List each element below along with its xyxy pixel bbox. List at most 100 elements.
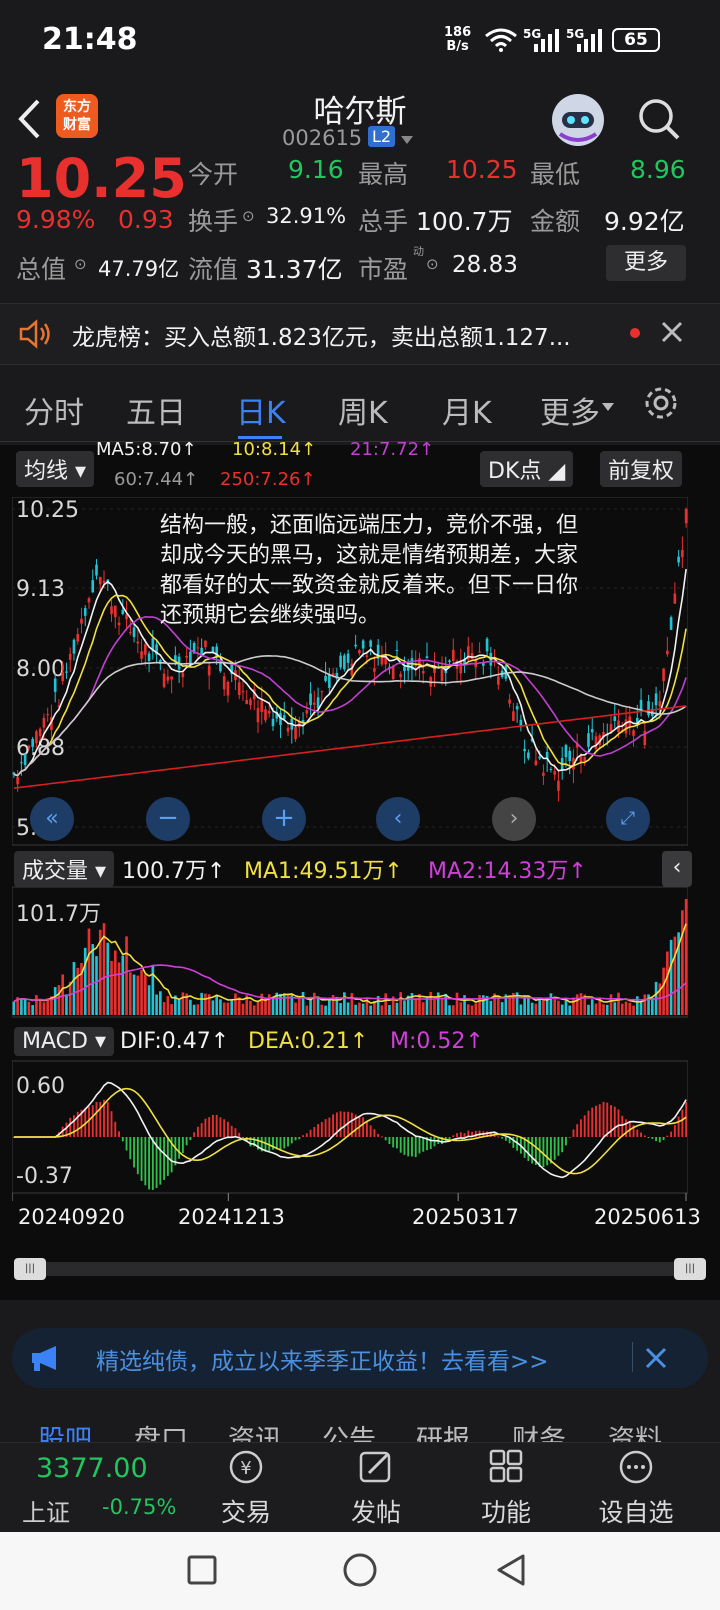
volume-bar bbox=[23, 998, 27, 1015]
macd-histogram-bar bbox=[625, 1119, 627, 1137]
notice-text: 龙虎榜：买入总额1.823亿元，卖出总额1.127... bbox=[72, 325, 571, 351]
volume-bar bbox=[117, 962, 121, 1015]
home-icon[interactable] bbox=[342, 1552, 378, 1588]
ad-banner[interactable]: 精选纯债，成立以来季季正收益！去看看>> bbox=[12, 1328, 708, 1388]
ma250-legend: 250:7.26↑ bbox=[220, 469, 316, 490]
macd-histogram-bar bbox=[227, 1121, 229, 1137]
scroll-right-button[interactable]: › bbox=[492, 797, 536, 841]
macd-histogram-bar bbox=[677, 1116, 680, 1137]
macd-histogram-bar bbox=[365, 1120, 368, 1137]
volume-bar bbox=[159, 991, 162, 1015]
macd-select[interactable]: MACD ▾ bbox=[14, 1027, 114, 1056]
macd-histogram-bar bbox=[196, 1126, 199, 1137]
dropdown-icon[interactable] bbox=[602, 403, 614, 411]
macd-histogram-bar bbox=[219, 1117, 222, 1137]
more-button[interactable]: 更多 bbox=[606, 245, 686, 281]
range-handle-left[interactable]: ||| bbox=[14, 1258, 46, 1280]
index-name[interactable]: 上证 bbox=[22, 1493, 70, 1528]
candle-body bbox=[61, 672, 65, 682]
candle-body bbox=[557, 780, 560, 791]
dk-button[interactable]: DK点 ◢ bbox=[480, 451, 574, 487]
close-icon[interactable] bbox=[660, 320, 684, 344]
range-handle-right[interactable]: ||| bbox=[674, 1258, 706, 1280]
volume-bar bbox=[388, 1005, 391, 1015]
settings-icon[interactable] bbox=[642, 384, 680, 422]
scroll-left-fast-button[interactable]: « bbox=[30, 797, 74, 841]
recent-apps-icon[interactable] bbox=[186, 1554, 218, 1586]
volume-select[interactable]: 成交量 ▾ bbox=[14, 851, 115, 887]
volume-bar bbox=[65, 994, 68, 1015]
volume-bar bbox=[267, 994, 271, 1015]
adjust-button[interactable]: 前复权 bbox=[600, 451, 683, 487]
volume-bar bbox=[448, 1005, 451, 1015]
notice-bar[interactable]: 龙虎榜：买入总额1.823亿元，卖出总额1.127... bbox=[0, 303, 720, 365]
candle-body bbox=[237, 682, 241, 695]
signal-icon-2 bbox=[577, 29, 602, 52]
macd-histogram-bar bbox=[456, 1133, 458, 1137]
ma-select[interactable]: 均线 ▾ bbox=[16, 451, 95, 487]
index-value[interactable]: 3377.00 bbox=[36, 1453, 148, 1484]
candle-body bbox=[27, 745, 31, 749]
tab-more[interactable]: 更多 bbox=[540, 388, 600, 432]
volume-bar bbox=[282, 993, 286, 1015]
robot-avatar-icon[interactable] bbox=[550, 92, 606, 148]
volume-bar bbox=[35, 995, 38, 1015]
info-icon[interactable]: ⊙ bbox=[74, 255, 87, 273]
zoom-out-button[interactable]: − bbox=[146, 797, 190, 841]
volume-bar bbox=[681, 910, 684, 1015]
info-icon[interactable]: ⊙ bbox=[426, 255, 439, 273]
stock-code[interactable]: 002615 bbox=[282, 126, 362, 150]
candle-body bbox=[358, 650, 361, 654]
volume-bar bbox=[264, 999, 267, 1015]
candle-body bbox=[309, 693, 312, 705]
macd-histogram-bar bbox=[673, 1125, 676, 1137]
volume-bar bbox=[425, 997, 429, 1015]
fullscreen-button[interactable]: ⤢ bbox=[606, 797, 650, 841]
range-track[interactable] bbox=[16, 1262, 688, 1276]
zoom-in-button[interactable]: + bbox=[262, 797, 306, 841]
macd-histogram-bar bbox=[411, 1137, 413, 1157]
volume-bar bbox=[489, 1000, 493, 1015]
info-icon[interactable]: ⊙ bbox=[242, 207, 255, 225]
volume-bar bbox=[162, 1002, 166, 1015]
add-watchlist-button[interactable]: 设自选 bbox=[586, 1443, 686, 1529]
post-button[interactable]: 发帖 bbox=[326, 1443, 426, 1529]
pe-value: 28.83 bbox=[452, 252, 518, 278]
close-icon[interactable] bbox=[644, 1346, 668, 1370]
candle-body bbox=[587, 733, 590, 747]
collapse-panel-button[interactable]: ‹ bbox=[662, 851, 692, 887]
macd-histogram-bar bbox=[223, 1119, 226, 1137]
macd-histogram-bar bbox=[208, 1117, 211, 1137]
tab-monthly-k[interactable]: 月K bbox=[442, 388, 492, 432]
trade-button[interactable]: ¥ 交易 bbox=[196, 1443, 296, 1529]
macd-histogram-bar bbox=[238, 1132, 241, 1137]
back-nav-icon[interactable] bbox=[494, 1552, 528, 1588]
kline-chart-area[interactable]: 均线 ▾ MA5:8.70↑ 10:8.14↑ 21:7.72↑ 60:7.44… bbox=[0, 439, 720, 1300]
macd-histogram-bar bbox=[193, 1132, 196, 1137]
macd-histogram-bar bbox=[279, 1137, 282, 1151]
tab-five-day[interactable]: 五日 bbox=[126, 388, 186, 432]
macd-histogram-bar bbox=[121, 1137, 124, 1142]
volume-bar bbox=[444, 993, 448, 1015]
speaker-icon bbox=[19, 319, 50, 349]
candle-body bbox=[144, 644, 147, 655]
sub-tabs: 股吧 盘口 资讯 公告 研报 财务 资料 bbox=[0, 1408, 720, 1446]
scroll-left-button[interactable]: ‹ bbox=[376, 797, 420, 841]
candle-body bbox=[369, 640, 372, 647]
dropdown-icon[interactable] bbox=[400, 135, 414, 145]
macd-histogram-bar bbox=[621, 1115, 624, 1137]
tab-daily-k[interactable]: 日K bbox=[236, 388, 286, 432]
candle-body bbox=[132, 627, 136, 638]
functions-button[interactable]: 功能 bbox=[456, 1443, 556, 1529]
level2-badge[interactable]: L2 bbox=[368, 126, 396, 147]
volume-bar bbox=[181, 992, 185, 1015]
search-icon[interactable] bbox=[636, 96, 682, 142]
macd-bottom-label: -0.37 bbox=[16, 1164, 73, 1189]
tab-weekly-k[interactable]: 周K bbox=[338, 388, 388, 432]
candle-body bbox=[53, 678, 57, 692]
macd-histogram-bar bbox=[283, 1137, 286, 1149]
tab-intraday[interactable]: 分时 bbox=[24, 388, 84, 432]
volume-bar bbox=[42, 1002, 46, 1015]
candle-body bbox=[669, 617, 673, 630]
volume-bar bbox=[252, 1005, 256, 1015]
